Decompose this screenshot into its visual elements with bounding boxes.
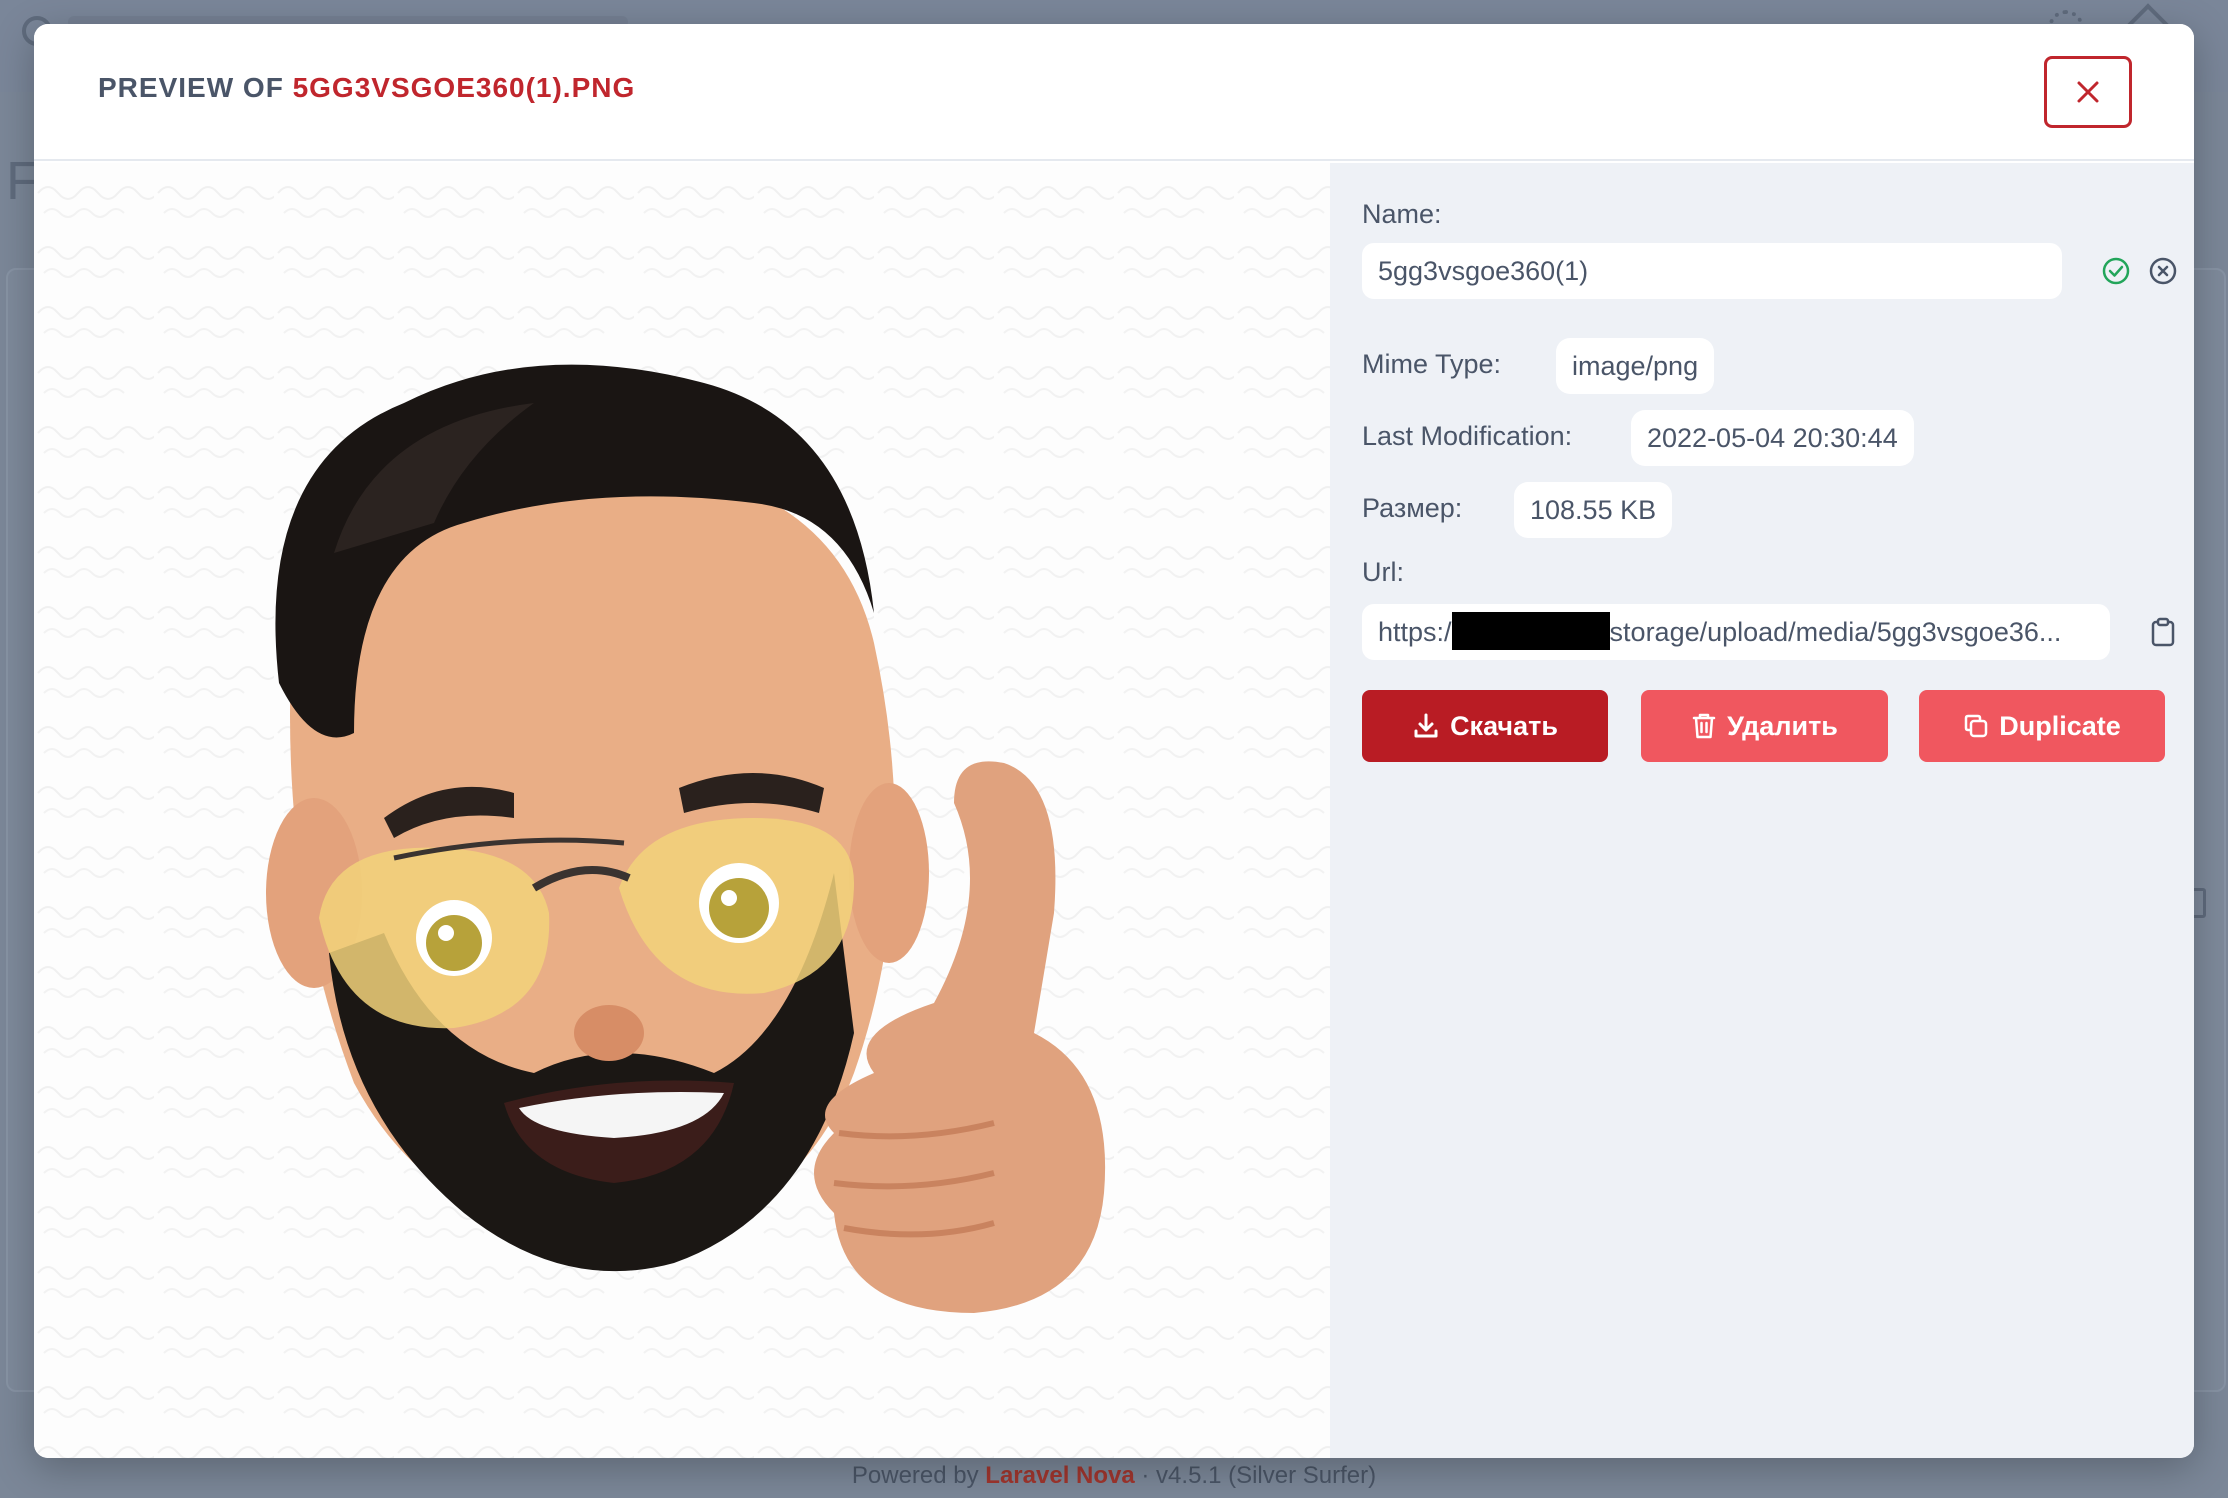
close-button[interactable]: [2044, 56, 2132, 128]
duplicate-icon: [1964, 714, 1988, 738]
last-modification-label: Last Modification:: [1362, 421, 1573, 451]
footer-prefix: Powered by: [851, 1462, 979, 1489]
confirm-rename-button[interactable]: [2098, 253, 2134, 289]
name-label: Name:: [1362, 199, 1442, 229]
modal-header: PREVIEW OF 5GG3VSGOE360(1).PNG: [34, 24, 2194, 161]
duplicate-button[interactable]: Duplicate: [1919, 690, 2165, 762]
image-preview-area: [34, 163, 1330, 1458]
preview-modal: PREVIEW OF 5GG3VSGOE360(1).PNG Name: 5gg…: [34, 24, 2194, 1458]
download-icon: [1414, 713, 1438, 738]
name-input[interactable]: [1362, 243, 2062, 299]
download-label: Скачать: [1450, 710, 1558, 741]
cancel-rename-button[interactable]: [2145, 253, 2181, 289]
url-suffix: storage/upload/media/5gg3vsgoe36...: [1609, 617, 2062, 647]
mime-type-value: image/png: [1556, 338, 1715, 394]
footer: Powered by Laravel Nova · v4.5.1 (Silver…: [0, 1462, 2228, 1490]
download-button[interactable]: Скачать: [1362, 690, 1608, 762]
url-label: Url:: [1362, 557, 1404, 587]
delete-label: Удалить: [1727, 710, 1838, 741]
delete-button[interactable]: Удалить: [1641, 690, 1888, 762]
close-icon: [2077, 81, 2099, 103]
footer-brand-link: Laravel Nova: [985, 1462, 1135, 1489]
size-label: Размер:: [1362, 493, 1463, 523]
clipboard-icon: [2151, 617, 2175, 647]
url-field[interactable]: https:/ storage/upload/media/5gg3vsgoe36.…: [1362, 604, 2110, 660]
x-circle-icon: [2149, 257, 2177, 285]
duplicate-label: Duplicate: [1999, 710, 2121, 741]
file-details-panel: Name: Mime Type: image/png Last Modifica…: [1330, 163, 2194, 1458]
copy-url-button[interactable]: [2145, 614, 2181, 650]
footer-version: · v4.5.1 (Silver Surfer): [1141, 1462, 1377, 1489]
last-modification-value: 2022-05-04 20:30:44: [1631, 410, 1914, 466]
modal-title-filename: 5GG3VSGOE360(1).PNG: [292, 72, 636, 103]
size-value: 108.55 KB: [1514, 482, 1673, 538]
check-circle-icon: [2102, 257, 2130, 285]
modal-title-prefix: PREVIEW OF: [98, 72, 284, 103]
trash-icon: [1692, 713, 1716, 739]
url-prefix: https:/: [1378, 617, 1452, 647]
mime-type-label: Mime Type:: [1362, 349, 1502, 379]
url-redacted-host: [1451, 611, 1610, 650]
modal-title: PREVIEW OF 5GG3VSGOE360(1).PNG: [98, 72, 635, 104]
preview-image-memoji: [266, 364, 1106, 1313]
